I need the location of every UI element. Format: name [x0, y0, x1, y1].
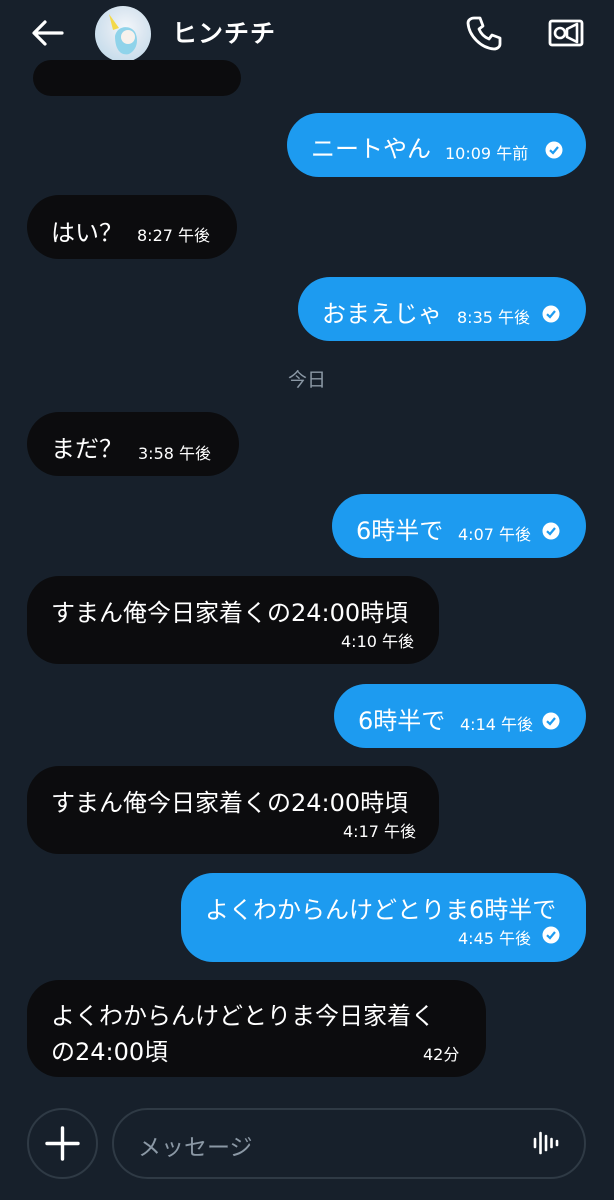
message-bubble-incoming[interactable]: すまん俺今日家着くの24:00時頃 4:17 午後 [27, 766, 439, 854]
contact-name[interactable]: ヒンチチ [172, 14, 276, 50]
message-time: 3:58 午後 [138, 444, 212, 463]
video-call-icon[interactable] [547, 16, 585, 50]
message-text: すまん俺今日家着くの24:00時頃 [51, 789, 409, 817]
message-bubble-outgoing[interactable]: 6時半で 4:07 午後 [332, 494, 586, 558]
message-text: まだ？ [51, 435, 123, 463]
message-bubble-partial [33, 60, 241, 96]
message-text-line-1: よくわからんけどとりま今日家着く [51, 1002, 435, 1030]
read-check-icon [542, 305, 560, 323]
message-text: 6時半で [358, 707, 446, 735]
message-time: 8:35 午後 [457, 308, 531, 327]
message-time: 4:07 午後 [458, 525, 532, 544]
message-time: 4:10 午後 [341, 632, 415, 651]
plus-icon [45, 1126, 80, 1161]
message-bubble-outgoing[interactable]: よくわからんけどとりま6時半で 4:45 午後 [181, 873, 586, 962]
message-bubble-incoming[interactable]: まだ？ 3:58 午後 [27, 412, 239, 476]
read-check-icon [542, 522, 560, 540]
read-check-icon [542, 712, 560, 730]
back-arrow-icon[interactable] [30, 16, 66, 50]
chat-header: ヒンチチ [0, 0, 614, 68]
message-text: すまん俺今日家着くの24:00時頃 [51, 599, 409, 627]
message-text: よくわからんけどとりま6時半で [205, 896, 557, 924]
read-check-icon [545, 141, 563, 159]
message-time: 8:27 午後 [137, 226, 211, 245]
message-time: 4:45 午後 [458, 929, 532, 948]
message-text: ニートやん [311, 135, 431, 163]
message-text: はい？ [51, 219, 123, 247]
message-bubble-incoming[interactable]: はい？ 8:27 午後 [27, 195, 237, 259]
message-text: 6時半で [356, 517, 444, 545]
phone-call-icon[interactable] [465, 14, 503, 52]
message-time: 4:17 午後 [343, 822, 417, 841]
avatar[interactable] [95, 6, 151, 62]
message-bubble-outgoing[interactable]: 6時半で 4:14 午後 [334, 684, 586, 748]
avatar-image [109, 14, 137, 55]
message-bubble-incoming[interactable]: よくわからんけどとりま今日家着く の24:00頃 42分 [27, 980, 486, 1077]
voice-message-icon[interactable] [532, 1128, 560, 1158]
message-bubble-outgoing[interactable]: おまえじゃ 8:35 午後 [298, 277, 586, 341]
message-input-placeholder: メッセージ [138, 1135, 253, 1161]
message-bubble-outgoing[interactable]: ニートやん 10:09 午前 [287, 113, 586, 177]
message-bubble-incoming[interactable]: すまん俺今日家着くの24:00時頃 4:10 午後 [27, 576, 439, 664]
date-separator: 今日 [287, 369, 326, 391]
add-attachment-button[interactable] [27, 1108, 98, 1179]
message-time: 42分 [423, 1045, 460, 1064]
message-text-line-2: の24:00頃 [51, 1038, 169, 1066]
message-text: おまえじゃ [322, 300, 442, 328]
message-time: 10:09 午前 [445, 144, 529, 163]
message-time: 4:14 午後 [460, 715, 534, 734]
read-check-icon [542, 926, 560, 944]
